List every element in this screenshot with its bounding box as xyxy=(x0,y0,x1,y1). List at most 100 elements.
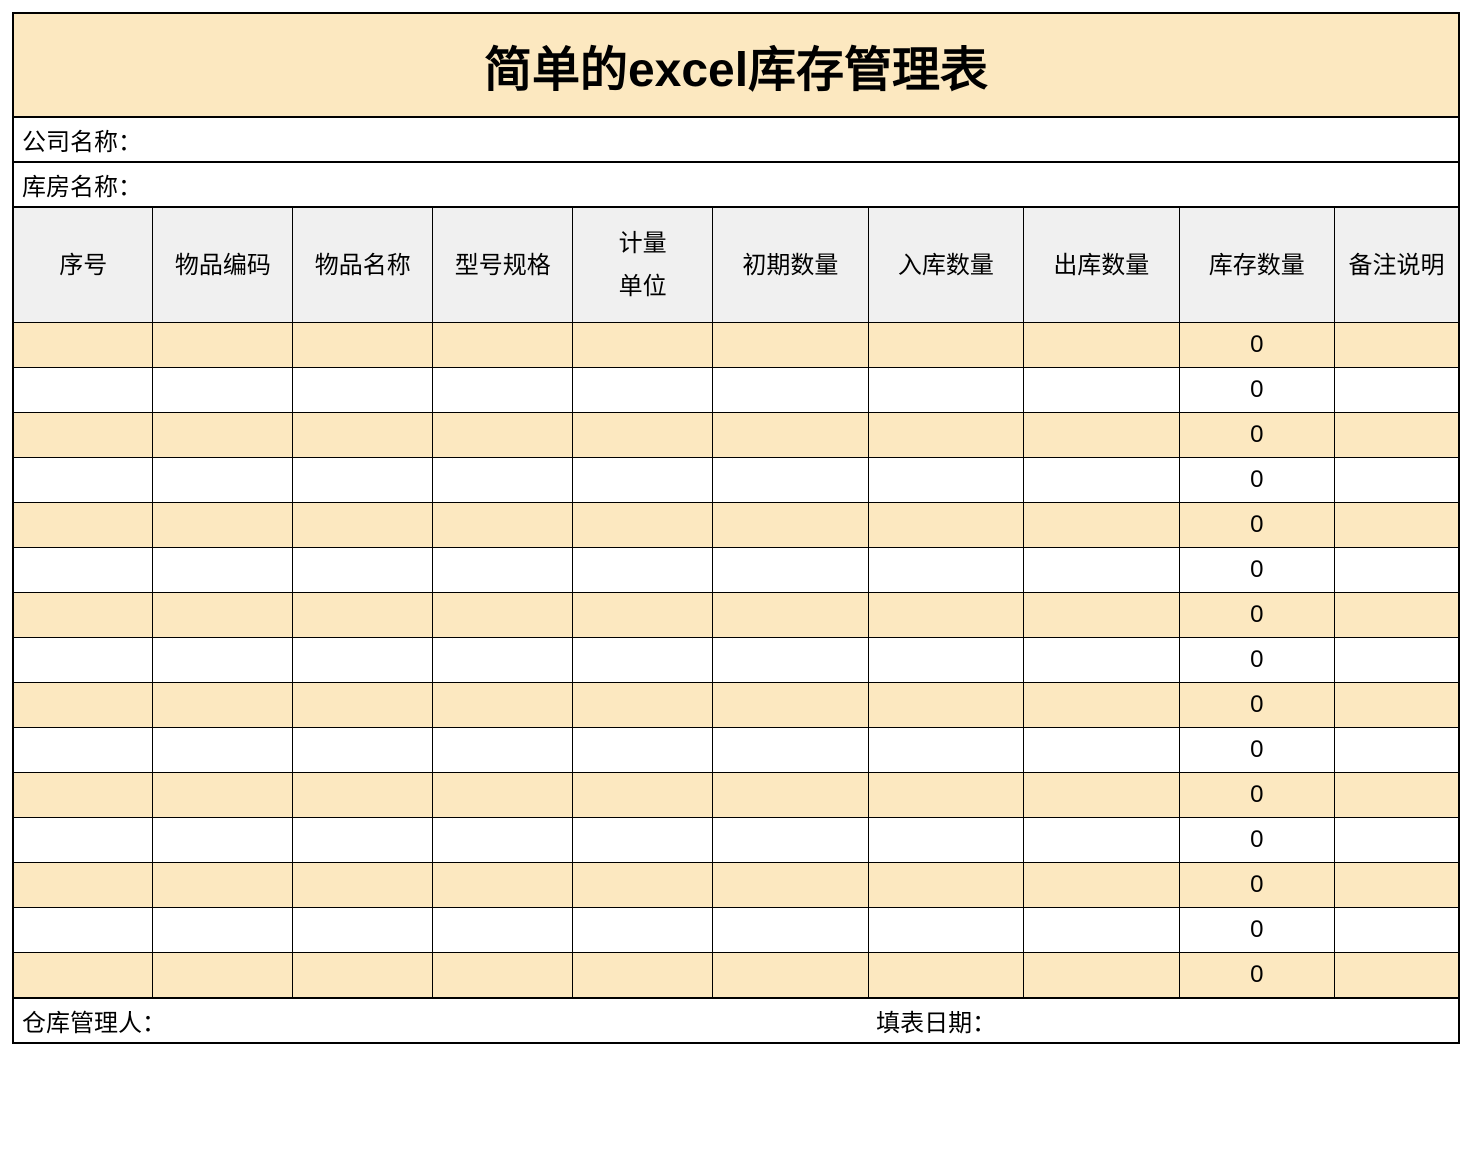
cell-in-qty[interactable] xyxy=(868,728,1023,773)
cell-item-code[interactable] xyxy=(153,413,293,458)
cell-stock-qty[interactable]: 0 xyxy=(1179,728,1334,773)
cell-stock-qty[interactable]: 0 xyxy=(1179,368,1334,413)
cell-out-qty[interactable] xyxy=(1024,728,1179,773)
cell-unit[interactable] xyxy=(573,818,713,863)
cell-unit[interactable] xyxy=(573,503,713,548)
cell-stock-qty[interactable]: 0 xyxy=(1179,908,1334,953)
cell-in-qty[interactable] xyxy=(868,683,1023,728)
cell-model-spec[interactable] xyxy=(433,323,573,368)
cell-serial[interactable] xyxy=(13,863,153,908)
cell-serial[interactable] xyxy=(13,773,153,818)
cell-out-qty[interactable] xyxy=(1024,818,1179,863)
cell-out-qty[interactable] xyxy=(1024,953,1179,999)
cell-serial[interactable] xyxy=(13,413,153,458)
cell-initial-qty[interactable] xyxy=(713,773,868,818)
cell-out-qty[interactable] xyxy=(1024,908,1179,953)
cell-serial[interactable] xyxy=(13,683,153,728)
cell-remarks[interactable] xyxy=(1335,548,1459,593)
cell-model-spec[interactable] xyxy=(433,863,573,908)
cell-initial-qty[interactable] xyxy=(713,548,868,593)
cell-remarks[interactable] xyxy=(1335,413,1459,458)
cell-stock-qty[interactable]: 0 xyxy=(1179,953,1334,999)
cell-stock-qty[interactable]: 0 xyxy=(1179,548,1334,593)
cell-initial-qty[interactable] xyxy=(713,683,868,728)
cell-item-name[interactable] xyxy=(293,503,433,548)
cell-item-name[interactable] xyxy=(293,413,433,458)
cell-model-spec[interactable] xyxy=(433,593,573,638)
cell-stock-qty[interactable]: 0 xyxy=(1179,863,1334,908)
cell-unit[interactable] xyxy=(573,323,713,368)
cell-in-qty[interactable] xyxy=(868,368,1023,413)
cell-initial-qty[interactable] xyxy=(713,503,868,548)
cell-item-code[interactable] xyxy=(153,548,293,593)
cell-model-spec[interactable] xyxy=(433,503,573,548)
cell-item-code[interactable] xyxy=(153,638,293,683)
cell-initial-qty[interactable] xyxy=(713,593,868,638)
cell-out-qty[interactable] xyxy=(1024,863,1179,908)
cell-serial[interactable] xyxy=(13,368,153,413)
cell-item-code[interactable] xyxy=(153,863,293,908)
cell-item-code[interactable] xyxy=(153,773,293,818)
cell-stock-qty[interactable]: 0 xyxy=(1179,818,1334,863)
cell-remarks[interactable] xyxy=(1335,458,1459,503)
cell-stock-qty[interactable]: 0 xyxy=(1179,413,1334,458)
cell-model-spec[interactable] xyxy=(433,548,573,593)
cell-remarks[interactable] xyxy=(1335,638,1459,683)
cell-out-qty[interactable] xyxy=(1024,548,1179,593)
cell-serial[interactable] xyxy=(13,728,153,773)
cell-unit[interactable] xyxy=(573,863,713,908)
company-label[interactable]: 公司名称： xyxy=(13,117,1459,162)
cell-serial[interactable] xyxy=(13,458,153,503)
cell-item-name[interactable] xyxy=(293,908,433,953)
cell-item-code[interactable] xyxy=(153,323,293,368)
cell-item-name[interactable] xyxy=(293,593,433,638)
cell-unit[interactable] xyxy=(573,413,713,458)
cell-item-name[interactable] xyxy=(293,818,433,863)
cell-serial[interactable] xyxy=(13,638,153,683)
cell-serial[interactable] xyxy=(13,323,153,368)
cell-unit[interactable] xyxy=(573,953,713,999)
cell-unit[interactable] xyxy=(573,593,713,638)
cell-model-spec[interactable] xyxy=(433,368,573,413)
cell-out-qty[interactable] xyxy=(1024,413,1179,458)
cell-in-qty[interactable] xyxy=(868,908,1023,953)
cell-initial-qty[interactable] xyxy=(713,368,868,413)
cell-stock-qty[interactable]: 0 xyxy=(1179,323,1334,368)
cell-remarks[interactable] xyxy=(1335,818,1459,863)
cell-initial-qty[interactable] xyxy=(713,908,868,953)
cell-unit[interactable] xyxy=(573,638,713,683)
cell-remarks[interactable] xyxy=(1335,728,1459,773)
cell-remarks[interactable] xyxy=(1335,368,1459,413)
cell-out-qty[interactable] xyxy=(1024,773,1179,818)
cell-item-name[interactable] xyxy=(293,458,433,503)
cell-item-name[interactable] xyxy=(293,548,433,593)
cell-initial-qty[interactable] xyxy=(713,638,868,683)
date-label[interactable]: 填表日期： xyxy=(868,998,1459,1043)
cell-remarks[interactable] xyxy=(1335,503,1459,548)
cell-model-spec[interactable] xyxy=(433,458,573,503)
cell-remarks[interactable] xyxy=(1335,683,1459,728)
cell-model-spec[interactable] xyxy=(433,728,573,773)
cell-model-spec[interactable] xyxy=(433,908,573,953)
cell-item-code[interactable] xyxy=(153,818,293,863)
cell-remarks[interactable] xyxy=(1335,863,1459,908)
cell-in-qty[interactable] xyxy=(868,638,1023,683)
cell-stock-qty[interactable]: 0 xyxy=(1179,593,1334,638)
cell-item-name[interactable] xyxy=(293,638,433,683)
cell-item-code[interactable] xyxy=(153,728,293,773)
cell-out-qty[interactable] xyxy=(1024,593,1179,638)
cell-remarks[interactable] xyxy=(1335,323,1459,368)
cell-out-qty[interactable] xyxy=(1024,368,1179,413)
cell-initial-qty[interactable] xyxy=(713,413,868,458)
cell-out-qty[interactable] xyxy=(1024,683,1179,728)
cell-remarks[interactable] xyxy=(1335,773,1459,818)
cell-serial[interactable] xyxy=(13,503,153,548)
cell-stock-qty[interactable]: 0 xyxy=(1179,683,1334,728)
cell-serial[interactable] xyxy=(13,593,153,638)
cell-model-spec[interactable] xyxy=(433,638,573,683)
cell-item-code[interactable] xyxy=(153,458,293,503)
cell-serial[interactable] xyxy=(13,908,153,953)
cell-unit[interactable] xyxy=(573,908,713,953)
cell-in-qty[interactable] xyxy=(868,548,1023,593)
cell-out-qty[interactable] xyxy=(1024,503,1179,548)
